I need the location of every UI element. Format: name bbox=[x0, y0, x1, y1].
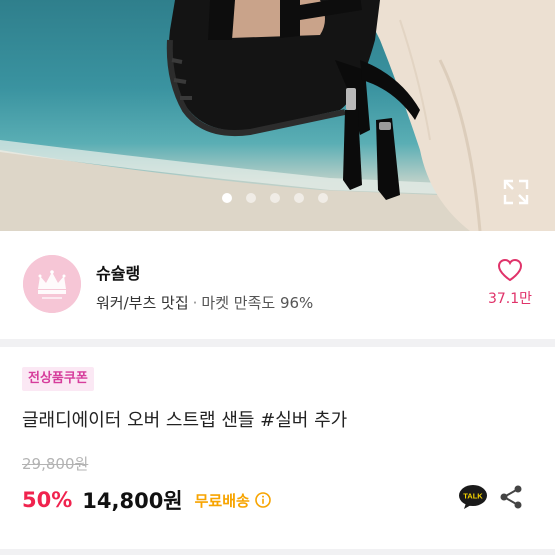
heart-icon bbox=[497, 258, 523, 282]
like-count: 37.1만 bbox=[487, 291, 533, 307]
seller-section[interactable] bbox=[0, 231, 555, 337]
carousel-pagination bbox=[222, 193, 328, 203]
product-title: 글래디에이터 오버 스트랩 샌들 #실버 추가 bbox=[22, 410, 348, 431]
expand-icon bbox=[503, 179, 529, 205]
section-divider bbox=[0, 339, 555, 347]
discount-rate: 50% bbox=[22, 488, 73, 512]
original-price: 29,800원 bbox=[22, 455, 89, 473]
expand-image-button[interactable] bbox=[502, 178, 530, 206]
svg-text:TALK: TALK bbox=[463, 492, 483, 501]
coupon-badge[interactable]: 전상품쿠폰 bbox=[22, 367, 94, 391]
price-row: 50% 14,800원 무료배송 bbox=[22, 485, 271, 515]
carousel-dot[interactable] bbox=[318, 193, 328, 203]
kakao-talk-icon: TALK bbox=[459, 485, 487, 509]
carousel-dot[interactable] bbox=[270, 193, 280, 203]
bottom-divider bbox=[0, 549, 555, 555]
carousel-dot[interactable] bbox=[294, 193, 304, 203]
sale-price: 14,800원 bbox=[82, 489, 183, 513]
seller-description: 워커/부츠 맛집 · 마켓 만족도 96% bbox=[96, 294, 314, 312]
seller-name[interactable]: 슈슐랭 bbox=[96, 260, 140, 284]
product-image-carousel[interactable] bbox=[0, 0, 555, 231]
share-icon bbox=[500, 485, 522, 509]
carousel-dot[interactable] bbox=[246, 193, 256, 203]
info-icon[interactable] bbox=[255, 492, 271, 508]
free-shipping-label: 무료배송 bbox=[194, 491, 250, 510]
seller-avatar[interactable] bbox=[23, 255, 81, 313]
crown-logo-icon bbox=[23, 255, 81, 313]
carousel-dot-active[interactable] bbox=[222, 193, 232, 203]
market-satisfaction: 마켓 만족도 96% bbox=[201, 294, 314, 312]
kakao-talk-button[interactable]: TALK bbox=[458, 484, 488, 510]
like-seller-button[interactable]: 37.1만 bbox=[482, 258, 538, 308]
seller-tagline: 워커/부츠 맛집 bbox=[96, 294, 189, 312]
share-button[interactable] bbox=[498, 484, 524, 510]
